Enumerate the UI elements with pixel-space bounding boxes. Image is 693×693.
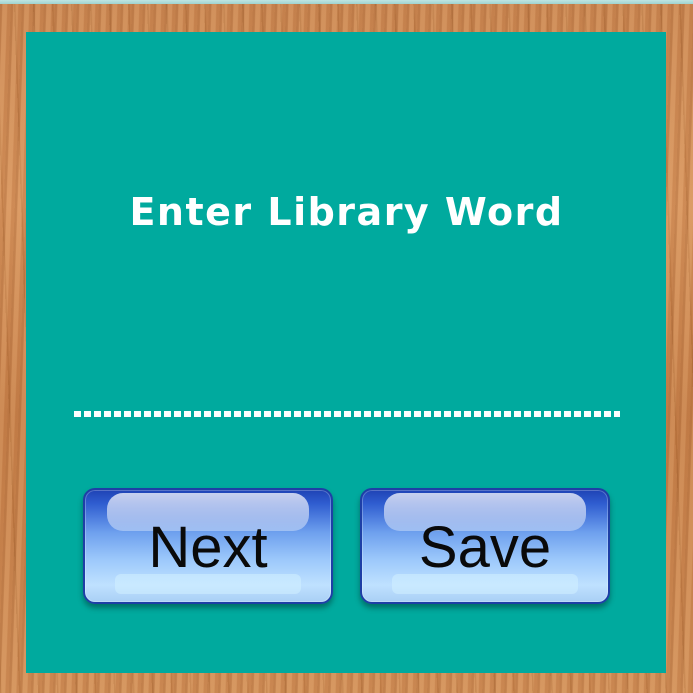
next-button[interactable]: Next [83,488,333,604]
word-entry-line[interactable] [74,411,620,417]
next-button-label: Next [148,515,268,580]
top-edge-strip [0,0,693,4]
prompt-title: Enter Library Word [129,190,564,234]
save-button[interactable]: Save [360,488,610,604]
save-button-label: Save [418,515,552,580]
